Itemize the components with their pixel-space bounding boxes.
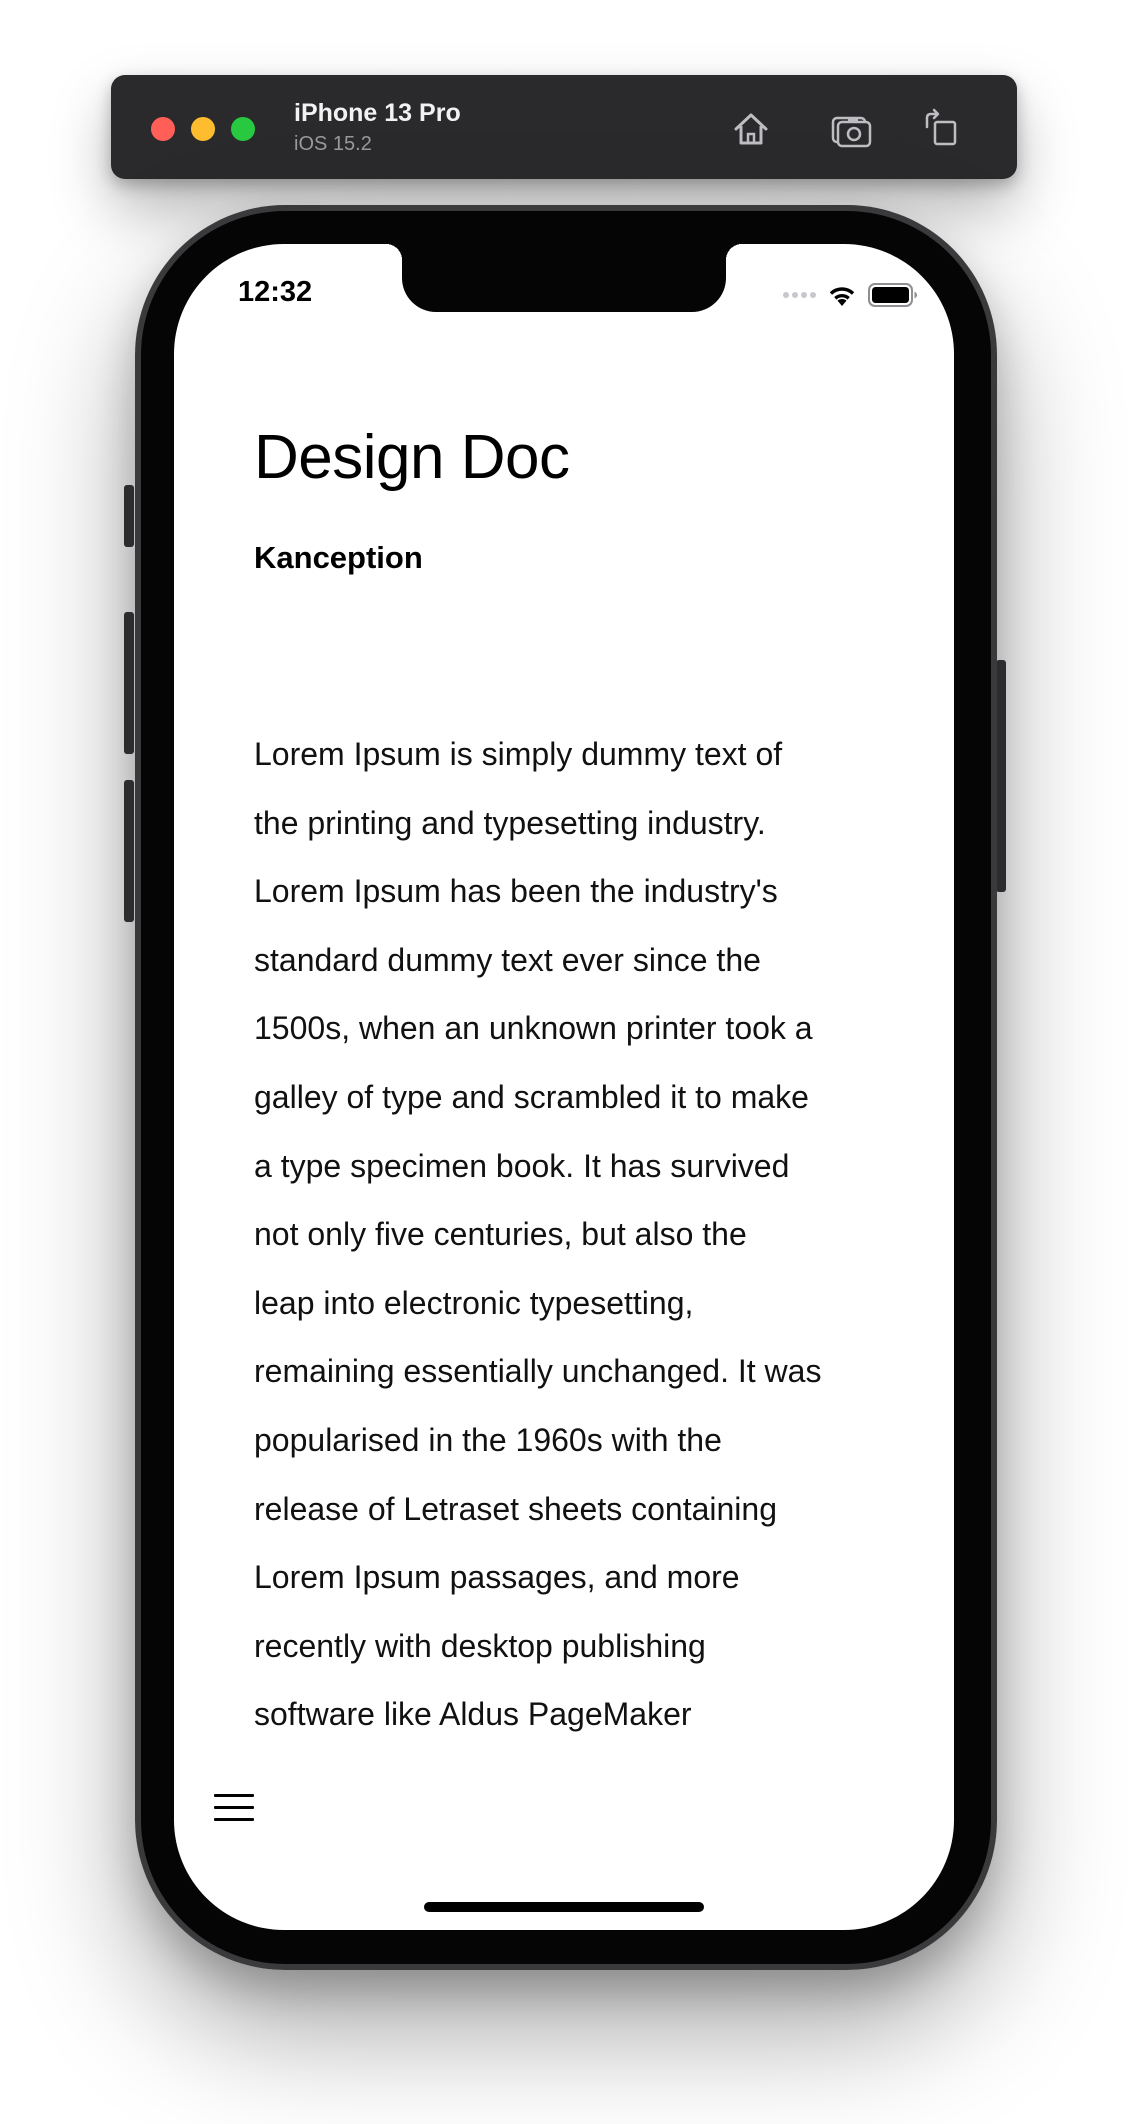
simulator-toolbar: iPhone 13 Pro iOS 15.2 — [111, 75, 1017, 179]
body-line: release of Letraset sheets containing — [254, 1490, 777, 1527]
minimize-window-button[interactable] — [191, 117, 215, 141]
body-line: recently with desktop publishing — [254, 1627, 706, 1664]
battery-icon — [868, 283, 917, 307]
document-body: Lorem Ipsum is simply dummy text of the … — [254, 734, 874, 1763]
body-line: standard dummy text ever since the — [254, 941, 761, 978]
body-line: not only five centuries, but also the — [254, 1216, 747, 1253]
home-icon — [734, 113, 768, 145]
body-line: 1500s, when an unknown printer took a — [254, 1010, 813, 1047]
power-button — [996, 660, 1006, 892]
simulator-stage: iPhone 13 Pro iOS 15.2 12:32 Design Doc … — [0, 0, 1128, 2124]
wifi-icon — [829, 287, 855, 306]
body-line: software like Aldus PageMaker — [254, 1696, 692, 1733]
body-line: the printing and typesetting industry. — [254, 804, 766, 841]
status-time: 12:32 — [238, 276, 313, 308]
home-button[interactable] — [727, 105, 775, 153]
hamburger-menu-icon[interactable] — [212, 1788, 256, 1828]
body-line: Lorem Ipsum is simply dummy text of — [254, 736, 783, 772]
device-name: iPhone 13 Pro — [294, 99, 461, 127]
volume-down-button — [124, 780, 134, 922]
body-line: remaining essentially unchanged. It was — [254, 1353, 822, 1390]
rotate-icon — [925, 108, 957, 146]
os-version: iOS 15.2 — [294, 133, 372, 155]
page-subtitle: Kanception — [254, 540, 423, 575]
zoom-window-button[interactable] — [231, 117, 255, 141]
signal-icon — [783, 292, 816, 298]
screenshot-button[interactable] — [827, 105, 875, 153]
body-line: galley of type and scrambled it to make — [254, 1078, 809, 1115]
volume-up-button — [124, 612, 134, 754]
screenshot-icon — [831, 116, 872, 148]
page-title: Design Doc — [254, 423, 570, 492]
body-line: popularised in the 1960s with the — [254, 1421, 722, 1458]
body-line: Lorem Ipsum has been the industry's — [254, 873, 778, 910]
body-line: leap into electronic typesetting, — [254, 1284, 694, 1321]
body-line: a type specimen book. It has survived — [254, 1147, 790, 1184]
device-screen: 12:32 Design Doc Kanception Lorem Ipsum … — [174, 244, 954, 1930]
close-window-button[interactable] — [151, 117, 175, 141]
rotate-button[interactable] — [917, 105, 965, 153]
notch — [386, 244, 742, 312]
status-icons — [783, 280, 918, 310]
silent-switch — [124, 485, 134, 547]
body-line: Lorem Ipsum passages, and more — [254, 1559, 740, 1596]
home-indicator[interactable] — [424, 1902, 704, 1912]
